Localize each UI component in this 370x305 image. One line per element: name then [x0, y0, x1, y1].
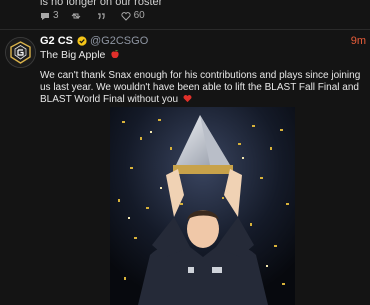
reply-button[interactable]: 3: [40, 10, 59, 21]
retweet-icon: [71, 12, 80, 19]
post[interactable]: G2 CS @G2CSGO 9m The Big Apple We can't …: [0, 30, 370, 305]
heart-icon: [183, 95, 192, 103]
like-button[interactable]: 60: [120, 10, 145, 21]
trophy-photo: [110, 107, 295, 305]
post-media[interactable]: [110, 107, 295, 305]
reply-icon: [41, 12, 49, 20]
post-line1-text: The Big Apple: [40, 49, 106, 61]
previous-post[interactable]: is no longer on our roster 3 60: [0, 0, 370, 29]
post-header: G2 CS @G2CSGO 9m: [40, 34, 366, 48]
heart-outline-icon: [120, 11, 131, 21]
avatar[interactable]: [5, 37, 36, 68]
retweet-button[interactable]: [71, 11, 84, 21]
verified-badge-icon: [77, 36, 87, 46]
post-body-text: We can't thank Snax enough for his contr…: [40, 70, 361, 105]
like-count: 60: [133, 10, 145, 21]
g2-logo-icon: [6, 38, 35, 67]
post-timestamp[interactable]: 9m: [351, 35, 366, 47]
previous-post-actions: 3 60: [40, 10, 157, 21]
author-handle[interactable]: @G2CSGO: [90, 35, 148, 47]
quote-icon: [97, 12, 105, 19]
apple-icon: [111, 49, 119, 59]
post-line1: The Big Apple: [40, 49, 120, 61]
author-name[interactable]: G2 CS: [40, 35, 73, 47]
post-body: We can't thank Snax enough for his contr…: [40, 70, 368, 106]
previous-post-text: is no longer on our roster: [40, 0, 163, 8]
reply-count: 3: [53, 10, 59, 21]
quote-button[interactable]: [96, 11, 109, 21]
